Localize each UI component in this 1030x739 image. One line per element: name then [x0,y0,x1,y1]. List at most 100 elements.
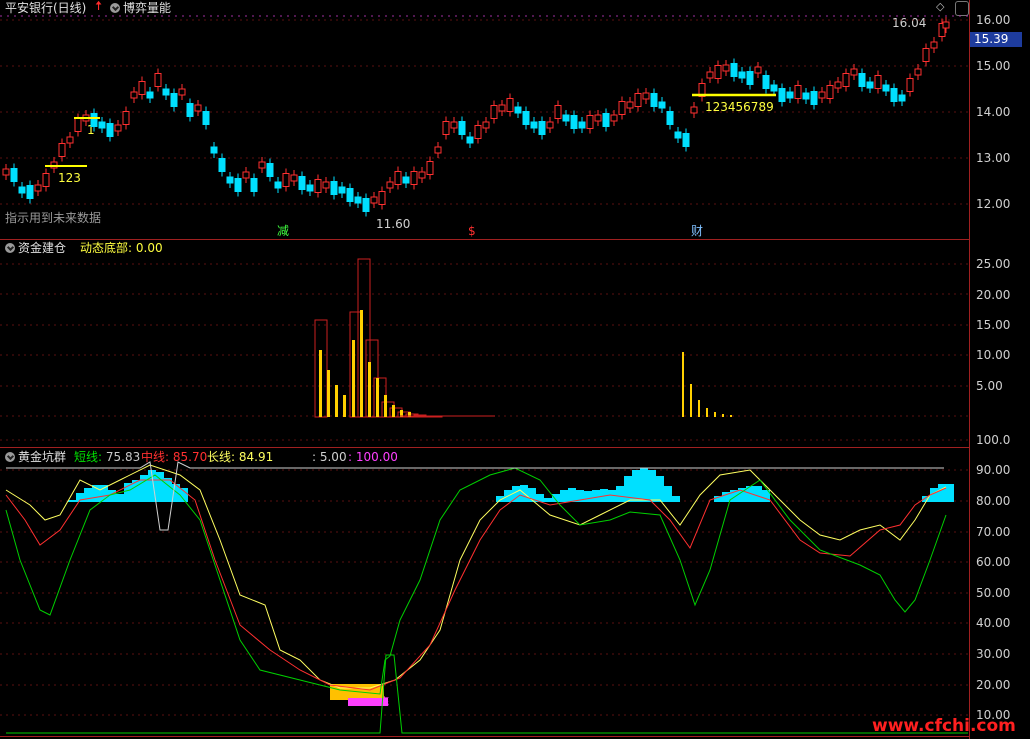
candle-body [850,68,858,76]
candle-body [674,131,682,139]
candle-body [474,125,482,139]
gold-block [180,488,188,502]
capital-bar [706,408,708,417]
gear-icon[interactable] [5,452,15,462]
capital-bar-outline [405,413,419,418]
candle-body [682,133,690,147]
candle-body [146,91,154,99]
gold-block [672,496,680,502]
gold-block [624,476,632,502]
candle-body [442,121,450,135]
capital-bar [360,310,363,417]
gold-block [84,488,92,502]
candle-body [458,121,466,135]
long-line-readout: 长线: 84.91 [207,450,273,464]
candle-body [82,114,90,122]
axis-tick: 12.00 [976,197,1011,211]
candle-body [810,91,818,105]
gold-block [536,494,544,502]
gold-block [616,486,624,502]
gold-block [664,486,672,502]
gold-panel-title[interactable]: 黄金坑群 [5,450,66,464]
candle-body [906,78,914,92]
candle-body [714,65,722,79]
gear-icon[interactable] [110,3,120,13]
mid-line-readout: 中线: 85.70 [141,450,207,464]
short-value: 75.83 [105,450,141,464]
bottom-marker-label: 底 [379,697,389,708]
gold-block [528,488,536,502]
diamond-icon[interactable]: ◇ [936,0,944,14]
candle-body [602,113,610,127]
capital-bar-outline [421,415,435,418]
gold-block [560,490,568,502]
candle-body [290,174,298,182]
gear-icon[interactable] [5,243,15,253]
candle-body [162,88,170,96]
candle-body [122,111,130,125]
candle-body [530,121,538,129]
marker-label: 1 [87,123,95,137]
candle-body [514,106,522,114]
candle-body [890,88,898,102]
current-price-tag: 15.39 [970,32,1022,47]
candle-body [466,136,474,144]
candle-body [802,92,810,100]
candle-body [754,66,762,74]
candle-body [498,104,506,112]
stock-title[interactable]: 平安银行(日线) [5,1,86,15]
capital-bar-outline [397,411,411,418]
extra-readout-1: : 5.00 [312,450,347,464]
capital-bar [352,340,355,417]
axis-tick: 20.00 [976,288,1011,302]
candle-body [634,93,642,107]
candle-body [346,188,354,202]
candle-body [618,101,626,115]
capital-field: 动态底部: 0.00 [80,241,163,255]
short-line-readout: 短线: 75.83 [74,450,140,464]
capital-bar [698,400,700,417]
gold-block [108,490,116,502]
candle-body [786,91,794,99]
candle-body [210,146,218,154]
candle-body [826,85,834,99]
capital-bar-outline [429,415,443,418]
candle-body [762,75,770,89]
gold-block [172,484,180,502]
capital-bar [384,395,387,417]
gold-block [754,486,762,502]
candle-body [194,104,202,112]
indicator-selector[interactable]: 博弈量能 [110,1,171,15]
gold-block [124,483,132,502]
capital-bar [408,412,411,417]
candle-body [922,48,930,62]
capital-bar [400,410,403,417]
candle-body [586,115,594,129]
candle-body [778,88,786,102]
candle-body [202,111,210,125]
candle-body [658,101,666,109]
axis-tick: 5.00 [976,379,1003,393]
chart-stage[interactable]: 平安银行(日线) 🠅 博弈量能 ◇ 16.00 15.00 14.00 13.0… [0,0,1030,739]
panel-toggle-button[interactable] [955,1,969,16]
candle-body [418,171,426,179]
capital-title-text: 资金建仓 [18,241,67,255]
candle-body [34,184,42,192]
gold-block [504,490,512,502]
axis-tick: 60.00 [976,555,1011,569]
capital-panel-title[interactable]: 资金建仓 [5,241,66,255]
event-label-finance: 财 [691,224,704,238]
candle-body [330,181,338,195]
candle-body [818,91,826,99]
candle-body [42,173,50,187]
candle-body [378,191,386,205]
candle-body [554,105,562,119]
gold-block [520,485,528,502]
candle-body [170,93,178,107]
candle-body [482,121,490,129]
gold-block [156,472,164,502]
price-axis-line [969,0,970,739]
candle-body [234,178,242,192]
candle-body [354,196,362,204]
gold-block [946,484,954,502]
